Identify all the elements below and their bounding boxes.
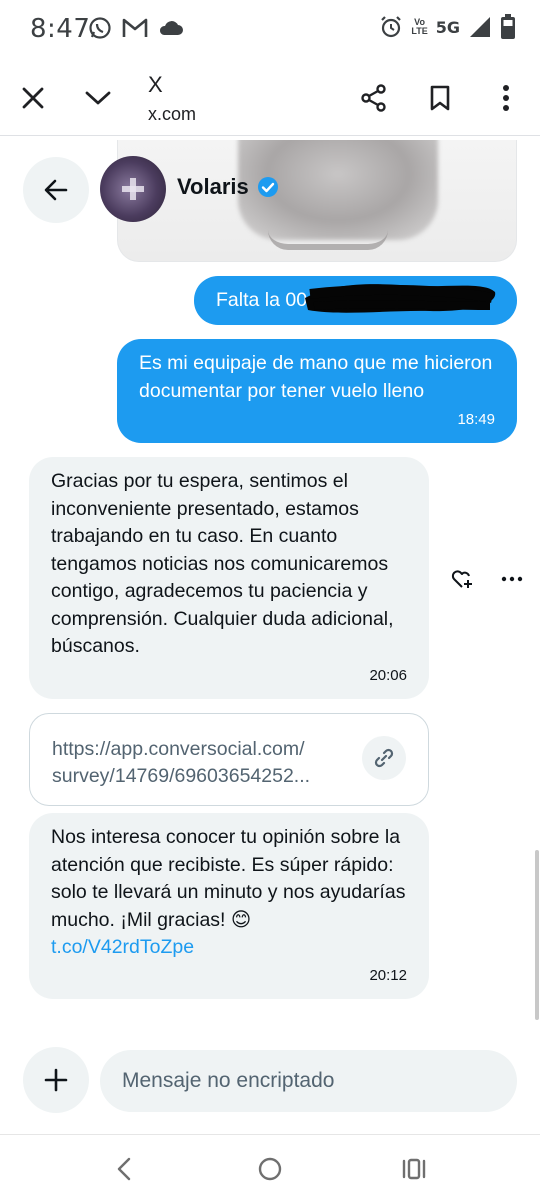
- message-bubble-outgoing[interactable]: Es mi equipaje de mano que me hicieron d…: [117, 339, 517, 443]
- share-button[interactable]: [354, 78, 394, 118]
- redaction-scribble: [305, 284, 496, 313]
- more-vertical-icon: [503, 85, 509, 111]
- plus-icon: [44, 1068, 68, 1092]
- nav-recents-icon: [402, 1158, 426, 1180]
- link-preview-url: https://app.conversocial.com/ survey/147…: [52, 736, 352, 790]
- nav-home-icon: [258, 1157, 282, 1181]
- link-url-line-2: survey/14769/69603654252...: [52, 765, 311, 787]
- add-attachment-button[interactable]: [23, 1047, 89, 1113]
- cloud-icon: [159, 21, 183, 35]
- share-icon: [361, 84, 386, 112]
- message-timestamp: 18:49: [457, 410, 495, 428]
- close-tab-button[interactable]: [13, 78, 53, 118]
- minimize-button[interactable]: [78, 78, 118, 118]
- avatar[interactable]: [100, 156, 166, 222]
- browser-menu-button[interactable]: [486, 78, 526, 118]
- nav-back-icon: [117, 1157, 131, 1181]
- battery-icon: [501, 14, 515, 39]
- link-preview-card[interactable]: https://app.conversocial.com/ survey/147…: [29, 713, 429, 806]
- bookmark-button[interactable]: [420, 78, 460, 118]
- page-title: X: [148, 72, 163, 97]
- nav-back-button[interactable]: [108, 1153, 140, 1185]
- chevron-down-icon: [85, 91, 111, 105]
- status-system-icons: Vo LTE 5G: [379, 14, 516, 40]
- volte-indicator: Vo LTE: [411, 18, 427, 36]
- message-input[interactable]: [100, 1050, 517, 1112]
- message-text: Gracias por tu espera, sentimos el incon…: [51, 470, 394, 657]
- media-image-detail: [268, 220, 388, 250]
- gmail-icon: [122, 18, 148, 37]
- link-icon: [374, 748, 394, 768]
- avatar-logo-mark: [122, 178, 144, 200]
- message-bubble-incoming[interactable]: Gracias por tu espera, sentimos el incon…: [29, 457, 429, 699]
- message-text: Falta la 00: [216, 289, 308, 311]
- message-text: Nos interesa conocer tu opinión sobre la…: [51, 824, 409, 962]
- browser-toolbar: X x.com: [0, 60, 540, 136]
- message-text: Es mi equipaje de mano que me hicieron d…: [139, 352, 493, 402]
- message-bubble-incoming[interactable]: Nos interesa conocer tu opinión sobre la…: [29, 813, 429, 999]
- previous-media-attachment[interactable]: [117, 140, 517, 262]
- message-body: Nos interesa conocer tu opinión sobre la…: [51, 826, 406, 931]
- close-icon: [22, 87, 44, 109]
- chat-back-button[interactable]: [23, 157, 89, 223]
- system-navigation-bar: [0, 1134, 540, 1200]
- message-timestamp: 20:06: [369, 666, 407, 684]
- link-url-line-1: https://app.conversocial.com/: [52, 738, 305, 760]
- message-link[interactable]: t.co/V42rdToZpe: [51, 936, 194, 958]
- signal-icon: [470, 17, 490, 37]
- nav-home-button[interactable]: [254, 1153, 286, 1185]
- back-arrow-icon: [44, 179, 68, 201]
- contact-name: Volaris: [177, 174, 249, 199]
- bookmark-icon: [430, 85, 450, 111]
- whatsapp-icon: [89, 17, 111, 39]
- chat-header-title[interactable]: Volaris: [177, 174, 279, 200]
- open-link-button[interactable]: [362, 736, 406, 780]
- scrollbar-thumb[interactable]: [535, 850, 539, 1020]
- more-horizontal-icon[interactable]: [500, 567, 524, 591]
- alarm-icon: [381, 16, 402, 38]
- nav-recents-button[interactable]: [398, 1153, 430, 1185]
- verified-badge-icon: [257, 177, 278, 197]
- add-reaction-icon[interactable]: [450, 567, 474, 591]
- status-bar: 8:47 Vo LTE 5G: [0, 0, 540, 60]
- network-type-label: 5G: [435, 17, 460, 37]
- status-notification-icons: [88, 16, 184, 40]
- volte-bottom-label: LTE: [411, 26, 428, 36]
- status-time: 8:47: [30, 14, 91, 44]
- message-timestamp: 20:12: [369, 966, 407, 984]
- url-host[interactable]: x.com: [148, 104, 196, 125]
